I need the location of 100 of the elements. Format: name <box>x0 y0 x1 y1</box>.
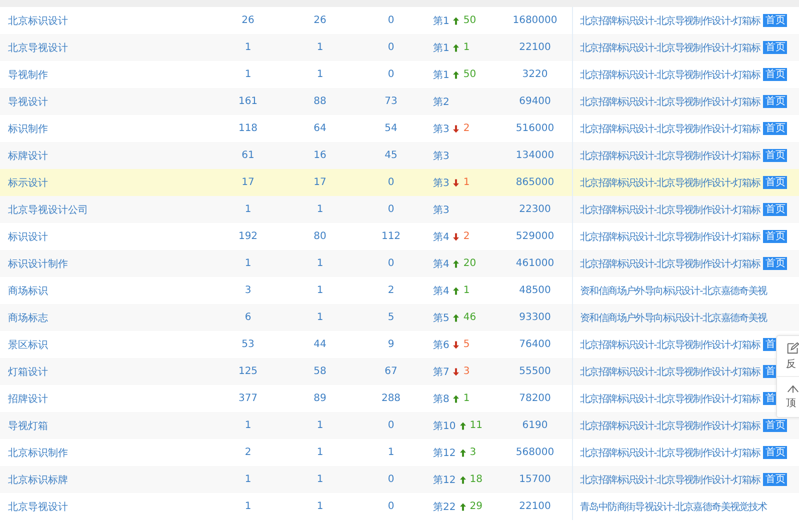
keyword-link[interactable]: 北京标识标牌 <box>8 472 68 486</box>
home-badge: 首页 <box>763 41 788 54</box>
table-cell: 1 <box>244 258 252 269</box>
page-title-link[interactable]: 北京招牌标识设计-北京导视制作设计-灯箱标 <box>580 256 760 270</box>
page-title-link[interactable]: 北京招牌标识设计-北京导视制作设计-灯箱标 <box>580 148 760 162</box>
home-badge: 首页 <box>763 419 788 432</box>
keyword-link[interactable]: 北京标识制作 <box>8 446 68 460</box>
keyword-link[interactable]: 标牌设计 <box>8 148 48 162</box>
table-cell: 1 <box>316 312 324 323</box>
table-cell: 45 <box>384 150 398 161</box>
table-cell: 1 <box>388 447 394 458</box>
keyword-link[interactable]: 北京导视设计 <box>8 500 68 514</box>
home-badge: 首页 <box>763 257 788 270</box>
table-cell: 54 <box>384 123 398 134</box>
table-cell: 125 <box>238 366 258 377</box>
rank-change: 1 <box>463 42 470 53</box>
table-cell: 1 <box>316 69 324 80</box>
table-cell: 1 <box>244 204 252 215</box>
table-cell: 16 <box>314 150 326 161</box>
table-cell: 93300 <box>519 312 551 323</box>
page-title-link[interactable]: 北京招牌标识设计-北京导视制作设计-灯箱标 <box>580 364 760 378</box>
table-cell: 0 <box>388 258 394 269</box>
keyword-link[interactable]: 商场标志 <box>8 310 48 324</box>
keyword-link[interactable]: 标识制作 <box>8 122 48 136</box>
home-badge: 首页 <box>763 473 788 486</box>
page-title-link[interactable]: 北京招牌标识设计-北京导视制作设计-灯箱标 <box>580 14 760 28</box>
keyword-link[interactable]: 导视灯箱 <box>8 418 48 432</box>
rank-text: 第4 <box>433 284 450 298</box>
rank-text: 第2 <box>433 96 450 108</box>
page-title-link[interactable]: 北京招牌标识设计-北京导视制作设计-灯箱标 <box>580 472 760 486</box>
home-badge: 首页 <box>763 68 788 81</box>
rank-change: 29 <box>470 501 482 512</box>
table-cell: 48500 <box>519 285 551 296</box>
table-cell: 1 <box>244 474 252 485</box>
page-title-link[interactable]: 北京招牌标识设计-北京导视制作设计-灯箱标 <box>580 202 760 216</box>
table-cell: 1 <box>316 474 324 485</box>
rank-text: 第22 <box>433 500 456 514</box>
edit-icon[interactable] <box>787 342 799 354</box>
rank-text: 第4 <box>433 258 450 270</box>
up-caret-icon[interactable] <box>787 384 799 393</box>
rank-text: 第1 <box>433 42 450 54</box>
table-cell: 22100 <box>519 42 551 53</box>
keyword-link[interactable]: 标识设计 <box>8 230 48 244</box>
rank-change: 50 <box>463 15 476 26</box>
table-cell: 0 <box>388 204 394 215</box>
page-title-link[interactable]: 北京招牌标识设计-北京导视制作设计-灯箱标 <box>580 40 760 54</box>
page-title-link[interactable]: 资和信商场户外导向标识设计-北京嘉德奇美视 <box>580 284 767 298</box>
table-cell: 529000 <box>516 231 554 242</box>
page-title-link[interactable]: 北京招牌标识设计-北京导视制作设计-灯箱标 <box>580 446 760 460</box>
home-badge: 首页 <box>763 14 788 27</box>
keyword-link[interactable]: 景区标识 <box>8 338 48 352</box>
keyword-link[interactable]: 北京导视设计公司 <box>8 202 88 216</box>
page-title-link[interactable]: 资和信商场户外导向标识设计-北京嘉德奇美视 <box>580 310 767 324</box>
home-badge: 首页 <box>763 230 788 243</box>
home-badge: 首页 <box>763 203 788 216</box>
table-cell: 5 <box>388 312 394 323</box>
keyword-link[interactable]: 北京导视设计 <box>8 40 68 54</box>
table-cell: 1 <box>316 285 324 296</box>
table-cell: 0 <box>388 474 394 485</box>
table-cell: 64 <box>314 123 326 134</box>
back-to-top-label[interactable]: 顶 <box>786 396 796 410</box>
feedback-label[interactable]: 反 <box>786 356 796 370</box>
keyword-link[interactable]: 导视制作 <box>8 68 48 82</box>
table-cell: 192 <box>238 231 258 242</box>
home-badge: 首页 <box>763 122 788 135</box>
page-title-link[interactable]: 北京招牌标识设计-北京导视制作设计-灯箱标 <box>580 392 760 406</box>
page-title-link[interactable]: 北京招牌标识设计-北京导视制作设计-灯箱标 <box>580 94 760 108</box>
page-title-link[interactable]: 北京招牌标识设计-北京导视制作设计-灯箱标 <box>580 68 760 82</box>
table-cell: 1 <box>316 420 324 431</box>
rank-change: 18 <box>470 474 482 485</box>
page-title-link[interactable]: 北京招牌标识设计-北京导视制作设计-灯箱标 <box>580 176 760 190</box>
rank-text: 第3 <box>433 122 450 136</box>
table-cell: 1 <box>316 204 324 215</box>
table-cell: 61 <box>242 150 254 161</box>
page-title-link[interactable]: 北京招牌标识设计-北京导视制作设计-灯箱标 <box>580 122 760 136</box>
page-title-link[interactable]: 青岛中防商街导视设计-北京嘉德奇美视觉技术 <box>580 500 767 514</box>
table-cell: 1 <box>244 420 252 431</box>
page-title-link[interactable]: 北京招牌标识设计-北京导视制作设计-灯箱标 <box>580 230 760 244</box>
table-cell: 0 <box>388 42 394 53</box>
table-cell: 22100 <box>519 501 551 512</box>
rank-text: 第5 <box>433 312 450 324</box>
keyword-link[interactable]: 北京标识设计 <box>8 14 68 28</box>
keyword-link[interactable]: 标识设计制作 <box>8 256 68 270</box>
page-title-link[interactable]: 北京招牌标识设计-北京导视制作设计-灯箱标 <box>580 418 760 432</box>
rank-change: 2 <box>463 123 470 134</box>
keyword-link[interactable]: 标示设计 <box>8 176 48 190</box>
table-cell: 88 <box>314 96 326 107</box>
table-cell: 73 <box>384 96 398 107</box>
keyword-link[interactable]: 导视设计 <box>8 94 48 108</box>
table-cell: 0 <box>388 177 394 188</box>
keyword-link[interactable]: 招牌设计 <box>8 392 48 406</box>
table-cell: 1 <box>244 42 252 53</box>
rank-text: 第7 <box>433 366 450 378</box>
page-title-link[interactable]: 北京招牌标识设计-北京导视制作设计-灯箱标 <box>580 338 760 352</box>
rank-text: 第4 <box>433 230 450 244</box>
rank-change: 11 <box>470 420 482 431</box>
table-cell: 134000 <box>516 150 554 161</box>
keyword-link[interactable]: 灯箱设计 <box>8 364 48 378</box>
keyword-link[interactable]: 商场标识 <box>8 284 48 298</box>
table-cell: 161 <box>238 96 258 107</box>
